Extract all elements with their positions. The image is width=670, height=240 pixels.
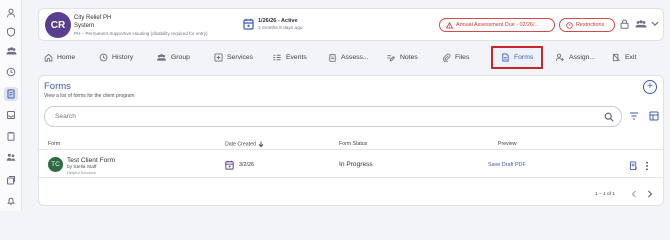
chevron-left-icon[interactable]	[631, 190, 637, 198]
table-settings-icon[interactable]	[649, 111, 659, 121]
tab-forms-label: Forms	[514, 54, 534, 61]
filter-icon[interactable]	[629, 112, 639, 120]
client-info: City Relief PH System PH – Permanent Sup…	[74, 15, 208, 38]
home-icon	[44, 53, 53, 62]
clipboard-icon	[328, 53, 337, 62]
tab-assessments-label: Assess...	[341, 54, 369, 61]
forms-nav-icon[interactable]	[4, 87, 18, 101]
tab-events-label: Events	[286, 54, 307, 61]
team-icon[interactable]	[4, 150, 18, 164]
tab-group-label: Group	[171, 54, 190, 61]
column-header-form[interactable]: Form	[48, 141, 60, 147]
tab-notes[interactable]: Notes	[386, 46, 418, 69]
search-icon[interactable]	[604, 112, 614, 122]
calendar-icon	[225, 160, 234, 170]
enrollment-status: 1/26/26 - Active 1 months 8 days ago	[258, 18, 303, 32]
exit-icon	[612, 53, 621, 62]
form-name[interactable]: Test Client Form	[67, 157, 115, 164]
page-title: Forms	[44, 81, 71, 92]
form-avatar: TC	[48, 157, 63, 172]
tab-history[interactable]: History	[99, 46, 133, 69]
client-avatar[interactable]: CR	[45, 12, 71, 38]
inbox-icon[interactable]	[4, 108, 18, 122]
tab-files-label: Files	[455, 54, 470, 61]
form-program: Helpful Services	[67, 170, 96, 175]
column-header-date-created[interactable]: Date Created	[225, 141, 264, 147]
client-name: City Relief PH	[74, 15, 112, 21]
history-icon[interactable]	[4, 65, 18, 79]
events-icon	[272, 53, 282, 62]
sign-form-icon[interactable]	[629, 161, 638, 171]
enrollment-status-title: 1/26/26 - Active	[258, 18, 298, 24]
tab-assign[interactable]: Assign...	[555, 46, 595, 69]
save-draft-pdf-link[interactable]: Save Draft PDF	[488, 162, 526, 168]
tab-services-label: Services	[227, 54, 254, 61]
tab-group[interactable]: Group	[156, 46, 190, 69]
arrow-down-icon	[258, 141, 264, 147]
tab-exit-label: Exit	[625, 54, 637, 61]
pagination-range: 1 – 1 of 1	[595, 192, 616, 197]
column-header-date-created-label: Date Created	[225, 141, 256, 148]
tab-home-label: Home	[57, 54, 76, 61]
alert-circle-icon	[566, 21, 573, 29]
left-nav-rail	[0, 0, 22, 211]
restrictions-button[interactable]: Restrictions	[559, 18, 615, 32]
group-icon	[156, 53, 167, 62]
chevron-right-icon[interactable]	[647, 190, 653, 198]
document-icon	[501, 53, 510, 62]
people-icon[interactable]	[4, 44, 18, 58]
clipboard-icon[interactable]	[4, 129, 18, 143]
column-header-form-status[interactable]: Form Status	[339, 141, 367, 147]
stack-icon[interactable]	[4, 173, 18, 187]
history-icon	[99, 53, 108, 62]
search-input[interactable]	[55, 113, 595, 120]
tab-assign-label: Assign...	[569, 54, 596, 61]
client-header: CR City Relief PH System PH – Permanent …	[38, 8, 664, 41]
forms-panel: Forms View a list of forms for the clien…	[38, 75, 664, 206]
paperclip-icon	[442, 53, 451, 62]
table-header: Form Date Created Form Status Preview	[39, 136, 663, 150]
tab-services[interactable]: Services	[214, 46, 253, 69]
chevron-down-icon[interactable]	[651, 21, 659, 27]
restrictions-label: Restrictions	[576, 22, 605, 28]
tab-files[interactable]: Files	[442, 46, 469, 69]
annual-assessment-alert-button[interactable]: Annual Assessment Due - 02/26/...	[439, 18, 555, 32]
tab-events[interactable]: Events	[272, 46, 307, 69]
column-header-preview: Preview	[498, 141, 517, 147]
calendar-icon	[243, 18, 254, 30]
assign-user-icon	[555, 53, 565, 62]
client-tab-bar: Home History Group Services Events Asses…	[38, 46, 664, 69]
tab-home[interactable]: Home	[44, 46, 75, 69]
page-subtitle: View a list of forms for the client prog…	[44, 93, 135, 99]
more-vertical-icon[interactable]	[645, 161, 649, 171]
enrollment-status-duration: 1 months 8 days ago	[258, 26, 303, 31]
tab-forms[interactable]: Forms	[491, 46, 544, 69]
bell-icon[interactable]	[4, 194, 18, 208]
table-row[interactable]: TC Test Client Form by Stella Staff Help…	[39, 152, 663, 178]
form-date-created: 3/2/26	[239, 162, 254, 168]
annual-assessment-alert-label: Annual Assessment Due - 02/26/...	[456, 22, 540, 28]
notes-icon	[386, 53, 396, 62]
form-status: In Progress	[339, 161, 373, 168]
user-icon[interactable]	[4, 6, 18, 20]
add-form-button[interactable]: +	[643, 80, 657, 94]
tab-assessments[interactable]: Assess...	[328, 46, 369, 69]
plus-icon: +	[647, 81, 653, 92]
tab-notes-label: Notes	[400, 54, 418, 61]
client-subtitle: System	[74, 22, 95, 29]
tab-history-label: History	[112, 54, 134, 61]
search-box	[44, 106, 622, 127]
plus-box-icon	[214, 53, 223, 62]
client-program: PH – Permanent Supportive Housing (disab…	[74, 31, 208, 36]
shield-icon[interactable]	[4, 25, 18, 39]
tab-exit[interactable]: Exit	[612, 46, 636, 69]
household-icon[interactable]	[635, 19, 647, 29]
warning-icon	[446, 21, 453, 29]
lock-icon[interactable]	[620, 19, 629, 29]
